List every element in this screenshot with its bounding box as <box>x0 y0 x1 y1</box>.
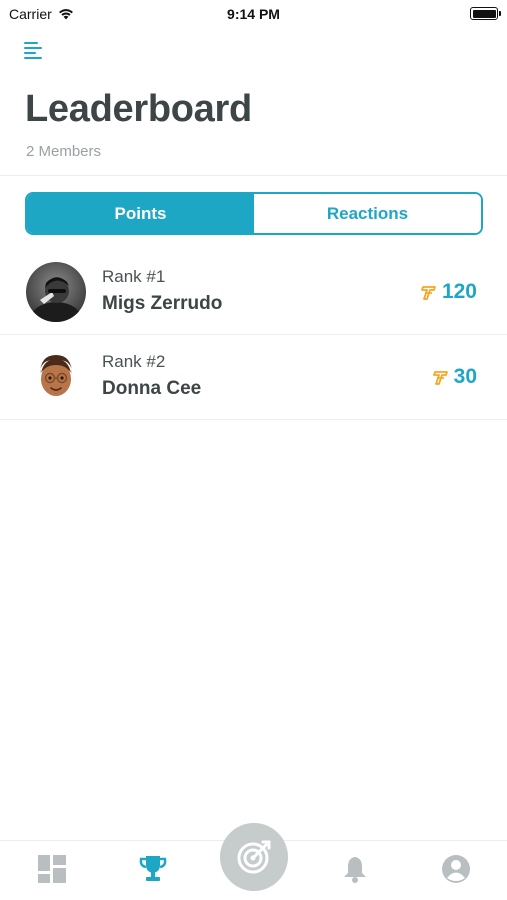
points-display: 120 <box>420 280 477 304</box>
trophy-icon <box>139 856 167 881</box>
member-count: 2 Members <box>26 143 102 160</box>
member-name: Donna Cee <box>102 378 202 399</box>
member-name: Migs Zerrudo <box>102 293 223 314</box>
leaderboard-segmented-control: Points Reactions <box>25 192 483 235</box>
points-value: 120 <box>441 280 477 303</box>
page-title: Leaderboard <box>25 88 252 130</box>
points-value: 30 <box>453 365 477 388</box>
tab-reactions[interactable]: Reactions <box>254 194 481 233</box>
clock: 9:14 PM <box>227 6 280 22</box>
user-icon <box>442 855 470 883</box>
rank-label: Rank #1 <box>102 267 166 286</box>
tab-leaderboard[interactable] <box>137 853 169 885</box>
memoji-avatar-icon <box>26 347 86 407</box>
points-coin-icon <box>432 371 448 385</box>
points-display: 30 <box>432 365 477 389</box>
leaderboard-row[interactable]: Rank #1 Migs Zerrudo 120 <box>0 250 507 335</box>
tab-notifications[interactable] <box>339 853 371 885</box>
bell-icon <box>344 857 366 883</box>
leaderboard-row[interactable]: Rank #2 Donna Cee 30 <box>0 335 507 420</box>
tab-dashboard[interactable] <box>36 853 68 885</box>
center-target-button[interactable] <box>220 823 288 891</box>
points-coin-icon <box>421 286 436 300</box>
tab-points[interactable]: Points <box>27 194 254 233</box>
menu-icon <box>24 42 44 59</box>
battery-icon <box>470 7 501 20</box>
tab-profile[interactable] <box>440 853 472 885</box>
rank-label: Rank #2 <box>102 352 166 371</box>
divider <box>0 175 507 176</box>
photo-avatar-icon <box>26 262 86 322</box>
dashboard-icon <box>38 855 66 883</box>
menu-button[interactable] <box>24 42 44 60</box>
status-bar: Carrier 9:14 PM <box>0 0 507 28</box>
target-icon <box>237 840 271 874</box>
avatar <box>26 262 86 322</box>
avatar <box>26 347 86 407</box>
